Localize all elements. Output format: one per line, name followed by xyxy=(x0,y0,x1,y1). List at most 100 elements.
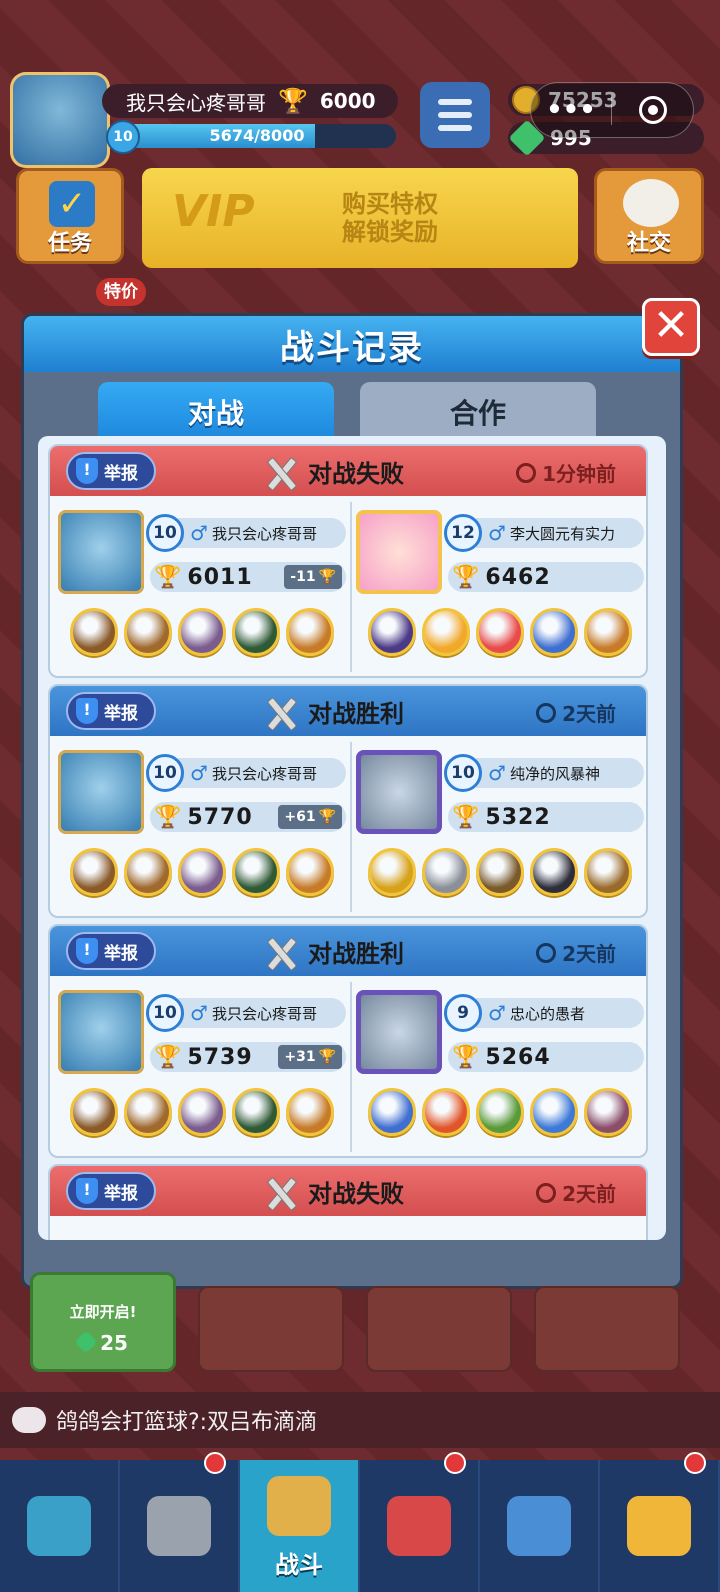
male-icon: ♂ xyxy=(190,521,208,545)
battle-icon xyxy=(267,1476,331,1536)
player-avatar[interactable] xyxy=(356,510,442,594)
trophy-icon: 🏆 xyxy=(318,569,336,585)
nav-explore[interactable] xyxy=(600,1452,720,1592)
report-button[interactable]: ! 举报 xyxy=(66,1172,156,1210)
player-avatar[interactable] xyxy=(356,990,442,1074)
hero-icon[interactable] xyxy=(476,848,524,896)
trophy-delta: +61 🏆 xyxy=(278,805,342,829)
trophy-icon: 🏆 xyxy=(452,1044,480,1070)
special-offer-badge[interactable]: 特价 xyxy=(96,278,146,306)
nav-ranking[interactable] xyxy=(360,1452,480,1592)
close-button[interactable]: ✕ xyxy=(642,298,700,356)
hero-icon[interactable] xyxy=(124,1088,172,1136)
record-list[interactable]: ! 举报 对战失败 1分钟前 ♂ 我只会心疼哥哥 10 🏆 6011 -11🏆 xyxy=(38,436,666,1240)
hero-icon[interactable] xyxy=(124,608,172,656)
nav-shop[interactable] xyxy=(0,1460,120,1592)
task-button[interactable]: ✓ 任务 xyxy=(16,168,124,264)
name-bar: ♂ 纯净的风暴神 xyxy=(476,758,644,788)
hero-icon[interactable] xyxy=(422,1088,470,1136)
battle-record[interactable]: ! 举报 对战失败 1分钟前 ♂ 我只会心疼哥哥 10 🏆 6011 -11🏆 xyxy=(48,444,648,678)
hero-icon[interactable] xyxy=(232,608,280,656)
hero-icon[interactable] xyxy=(368,1088,416,1136)
battle-time: 2天前 xyxy=(536,1178,616,1207)
tab-pvp[interactable]: 对战 xyxy=(98,382,334,442)
vip-banner[interactable]: VIP 购买特权 解锁奖励 xyxy=(142,168,578,268)
chest-label: 立即开启! xyxy=(69,1303,137,1321)
hero-icon[interactable] xyxy=(476,1088,524,1136)
social-button[interactable]: 社交 xyxy=(594,168,704,264)
chest-slot[interactable] xyxy=(534,1286,680,1372)
close-miniprogram-button[interactable] xyxy=(612,96,693,124)
nav-team[interactable] xyxy=(480,1460,600,1592)
hero-lineup xyxy=(368,608,632,656)
battle-record[interactable]: ! 举报 对战胜利 2天前 ♂ 我只会心疼哥哥 10 🏆 5770 +61🏆 xyxy=(48,684,648,918)
player-avatar[interactable] xyxy=(58,750,144,834)
battle-result: 对战胜利 xyxy=(262,934,404,969)
player-avatar[interactable] xyxy=(58,510,144,594)
hero-lineup xyxy=(70,1088,334,1136)
hero-icon[interactable] xyxy=(530,1088,578,1136)
chat-message: 鸽鸽会打篮球?:双吕布滴滴 xyxy=(56,1410,318,1435)
male-icon: ♂ xyxy=(488,1001,506,1025)
opponent-side: ♂ 纯净的风暴神 10 🏆 5322 xyxy=(350,742,646,912)
battle-record[interactable]: ! 举报 对战失败 2天前 xyxy=(48,1164,648,1240)
hero-icon[interactable] xyxy=(584,848,632,896)
hero-icon[interactable] xyxy=(530,608,578,656)
record-header: ! 举报 对战失败 2天前 xyxy=(50,1166,646,1216)
hero-icon[interactable] xyxy=(584,1088,632,1136)
hero-icon[interactable] xyxy=(178,848,226,896)
hero-icon[interactable] xyxy=(70,1088,118,1136)
male-icon: ♂ xyxy=(488,761,506,785)
player-name: 纯净的风暴神 xyxy=(509,764,600,783)
trophy-icon: 🏆 xyxy=(154,1044,182,1070)
hero-icon[interactable] xyxy=(530,848,578,896)
more-options-button[interactable]: ••• xyxy=(531,95,611,125)
hero-icon[interactable] xyxy=(422,848,470,896)
chest-card[interactable]: 立即开启! 25 xyxy=(30,1272,176,1372)
trophy-icon: 🏆 xyxy=(278,87,308,115)
chat-bar[interactable]: 鸽鸽会打篮球?:双吕布滴滴 xyxy=(0,1392,720,1448)
hero-icon[interactable] xyxy=(286,1088,334,1136)
chest-slot[interactable] xyxy=(366,1286,512,1372)
notification-dot xyxy=(204,1452,226,1474)
hero-icon[interactable] xyxy=(368,848,416,896)
hero-icon[interactable] xyxy=(70,608,118,656)
battle-time: 2天前 xyxy=(536,938,616,967)
clock-icon xyxy=(536,1182,557,1203)
hero-icon[interactable] xyxy=(232,848,280,896)
player-avatar[interactable] xyxy=(58,990,144,1074)
hero-icon[interactable] xyxy=(124,848,172,896)
hero-lineup xyxy=(368,848,632,896)
hero-icon[interactable] xyxy=(584,608,632,656)
hero-icon[interactable] xyxy=(368,608,416,656)
hero-icon[interactable] xyxy=(178,608,226,656)
hero-icon[interactable] xyxy=(286,848,334,896)
chat-icon xyxy=(12,1407,46,1433)
report-button[interactable]: ! 举报 xyxy=(66,452,156,490)
battle-result: 对战胜利 xyxy=(262,694,404,729)
menu-button[interactable] xyxy=(420,82,490,148)
level-badge: 12 xyxy=(444,514,482,552)
crossed-swords-icon xyxy=(262,695,298,729)
player-avatar[interactable] xyxy=(10,72,110,168)
modal-title: 战斗记录 xyxy=(280,327,424,368)
trophy-count: 6011 xyxy=(187,564,253,590)
nav-heroes[interactable] xyxy=(120,1452,240,1592)
nav-battle[interactable]: 战斗 xyxy=(240,1460,360,1592)
player-avatar[interactable] xyxy=(356,750,442,834)
hero-icon[interactable] xyxy=(178,1088,226,1136)
name-bar: ♂ 我只会心疼哥哥 xyxy=(178,518,346,548)
hero-icon[interactable] xyxy=(422,608,470,656)
explore-icon xyxy=(627,1496,691,1556)
tab-coop[interactable]: 合作 xyxy=(360,382,596,442)
hero-icon[interactable] xyxy=(232,1088,280,1136)
report-button[interactable]: ! 举报 xyxy=(66,932,156,970)
hero-icon[interactable] xyxy=(286,608,334,656)
hero-icon[interactable] xyxy=(70,848,118,896)
hero-icon[interactable] xyxy=(476,608,524,656)
name-bar: ♂ 李大圆元有实力 xyxy=(476,518,644,548)
report-button[interactable]: ! 举报 xyxy=(66,692,156,730)
record-header: ! 举报 对战失败 1分钟前 xyxy=(50,446,646,496)
chest-slot[interactable] xyxy=(198,1286,344,1372)
battle-record[interactable]: ! 举报 对战胜利 2天前 ♂ 我只会心疼哥哥 10 🏆 5739 +31🏆 xyxy=(48,924,648,1158)
